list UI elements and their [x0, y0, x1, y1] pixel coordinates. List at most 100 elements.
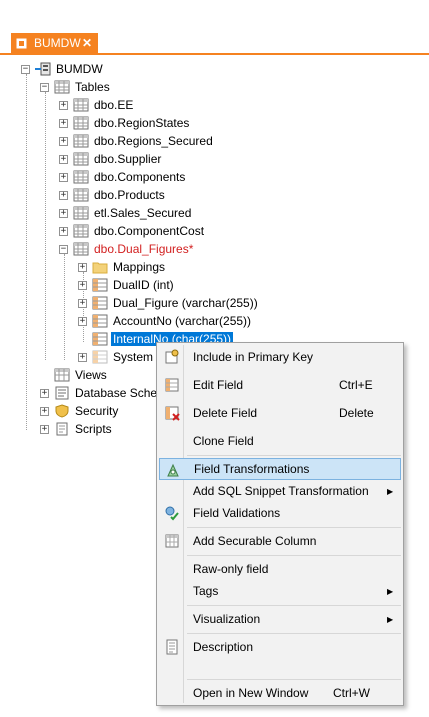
menu-item-label: Add Securable Column: [193, 534, 317, 548]
expand-icon[interactable]: +: [78, 353, 87, 362]
menu-item-open-new-window[interactable]: Open in New Window Ctrl+W: [159, 682, 401, 704]
expand-icon[interactable]: +: [59, 119, 68, 128]
expand-icon[interactable]: +: [59, 209, 68, 218]
menu-item-tags[interactable]: Tags ▶: [159, 580, 401, 602]
table-icon: [73, 188, 89, 202]
tree-system-fields[interactable]: System F: [92, 348, 166, 366]
table-icon: [73, 170, 89, 184]
expand-icon[interactable]: +: [59, 155, 68, 164]
expand-icon[interactable]: +: [59, 137, 68, 146]
expand-icon[interactable]: +: [78, 263, 87, 272]
table-label: dbo.Components: [94, 170, 186, 184]
dual-figures-label: dbo.Dual_Figures*: [94, 242, 194, 256]
menu-item-visualization[interactable]: Visualization ▶: [159, 608, 401, 630]
tree-table[interactable]: dbo.RegionStates: [73, 114, 191, 132]
tree-line: [26, 74, 27, 430]
submenu-arrow-icon: ▶: [387, 486, 394, 496]
edit-field-icon: [164, 377, 180, 393]
menu-item-label: Visualization: [193, 612, 261, 626]
tree-table[interactable]: dbo.ComponentCost: [73, 222, 206, 240]
scripts-label: Scripts: [75, 422, 112, 436]
tree-table[interactable]: dbo.Regions_Secured: [73, 132, 215, 150]
expand-icon[interactable]: +: [78, 281, 87, 290]
menu-item-clone-field[interactable]: Clone Field: [159, 430, 401, 452]
tree-column[interactable]: Dual_Figure (varchar(255)): [92, 294, 260, 312]
expand-icon[interactable]: +: [59, 101, 68, 110]
menu-separator: [187, 679, 401, 680]
database-schema-label: Database Schem: [75, 386, 168, 400]
tree-database-schema[interactable]: Database Schem: [54, 384, 169, 402]
expand-icon[interactable]: +: [59, 191, 68, 200]
menu-separator: [187, 527, 401, 528]
table-icon: [73, 134, 89, 148]
transform-icon: [165, 462, 181, 478]
menu-item-label: Raw-only field: [193, 562, 269, 576]
tree-mappings[interactable]: Mappings: [92, 258, 167, 276]
menu-item-description[interactable]: Description: [159, 636, 401, 658]
close-icon[interactable]: ✕: [82, 36, 92, 50]
menu-item-label: Clone Field: [193, 434, 254, 448]
description-icon: [164, 639, 180, 655]
column-label: Dual_Figure (varchar(255)): [113, 296, 258, 310]
tree-column[interactable]: DualID (int): [92, 276, 176, 294]
tree-scripts[interactable]: Scripts: [54, 420, 114, 438]
tree-security[interactable]: Security: [54, 402, 120, 420]
schema-icon: [54, 386, 70, 400]
key-icon: [164, 349, 180, 365]
expand-icon[interactable]: +: [40, 407, 49, 416]
menu-item-add-securable[interactable]: Add Securable Column: [159, 530, 401, 552]
tree-views[interactable]: Views: [54, 366, 109, 384]
views-label: Views: [75, 368, 107, 382]
menu-item-raw-only[interactable]: Raw-only field: [159, 558, 401, 580]
expand-icon[interactable]: +: [59, 227, 68, 236]
menu-item-include-pk[interactable]: Include in Primary Key: [159, 346, 401, 368]
expand-icon[interactable]: +: [78, 299, 87, 308]
table-icon: [73, 116, 89, 130]
menu-item-field-validations[interactable]: Field Validations: [159, 502, 401, 524]
menu-item-delete-field[interactable]: Delete Field Delete: [159, 402, 401, 424]
tree-table-dual-figures[interactable]: dbo.Dual_Figures*: [73, 240, 195, 258]
column-label: AccountNo (varchar(255)): [113, 314, 252, 328]
tree-root[interactable]: BUMDW: [35, 60, 105, 78]
menu-separator: [187, 555, 401, 556]
tab-bumdw[interactable]: BUMDW ✕: [11, 33, 98, 53]
expand-icon[interactable]: +: [40, 389, 49, 398]
menu-item-label: Open in New Window: [193, 686, 309, 700]
collapse-icon[interactable]: −: [59, 245, 68, 254]
menu-item-label: Field Validations: [193, 506, 281, 520]
menu-item-label: Delete Field: [193, 406, 258, 420]
menu-item-shortcut: Ctrl+E: [339, 378, 373, 392]
security-label: Security: [75, 404, 119, 418]
menu-item-add-sql-snippet[interactable]: Add SQL Snippet Transformation ▶: [159, 480, 401, 502]
table-folder-icon: [54, 80, 70, 94]
tree-tables-folder[interactable]: Tables: [54, 78, 112, 96]
tree-column[interactable]: AccountNo (varchar(255)): [92, 312, 253, 330]
securable-column-icon: [164, 533, 180, 549]
collapse-icon[interactable]: −: [21, 65, 30, 74]
expand-icon[interactable]: +: [78, 317, 87, 326]
column-icon: [92, 332, 108, 346]
menu-item-edit-field[interactable]: Edit Field Ctrl+E: [159, 374, 401, 396]
tree-root-label: BUMDW: [56, 62, 103, 76]
tree-table[interactable]: dbo.EE: [73, 96, 135, 114]
tree-table[interactable]: etl.Sales_Secured: [73, 204, 193, 222]
menu-item-shortcut: Ctrl+W: [333, 686, 370, 700]
table-label: dbo.Products: [94, 188, 165, 202]
menu-item-label: Description: [193, 640, 254, 654]
menu-item-label: Edit Field: [193, 378, 244, 392]
menu-item-shortcut: Delete: [339, 406, 374, 420]
validation-icon: [164, 505, 180, 521]
menu-item-field-transformations[interactable]: Field Transformations: [159, 458, 401, 480]
tree-line: [64, 254, 65, 360]
collapse-icon[interactable]: −: [40, 83, 49, 92]
menu-item-label: Tags: [193, 584, 219, 598]
column-icon: [92, 350, 108, 364]
tree-table[interactable]: dbo.Components: [73, 168, 187, 186]
tree-table[interactable]: dbo.Products: [73, 186, 167, 204]
tree-tables-label: Tables: [75, 80, 110, 94]
expand-icon[interactable]: +: [40, 425, 49, 434]
tab-title: BUMDW: [34, 36, 81, 50]
database-icon: [35, 62, 51, 76]
tree-table[interactable]: dbo.Supplier: [73, 150, 163, 168]
expand-icon[interactable]: +: [59, 173, 68, 182]
